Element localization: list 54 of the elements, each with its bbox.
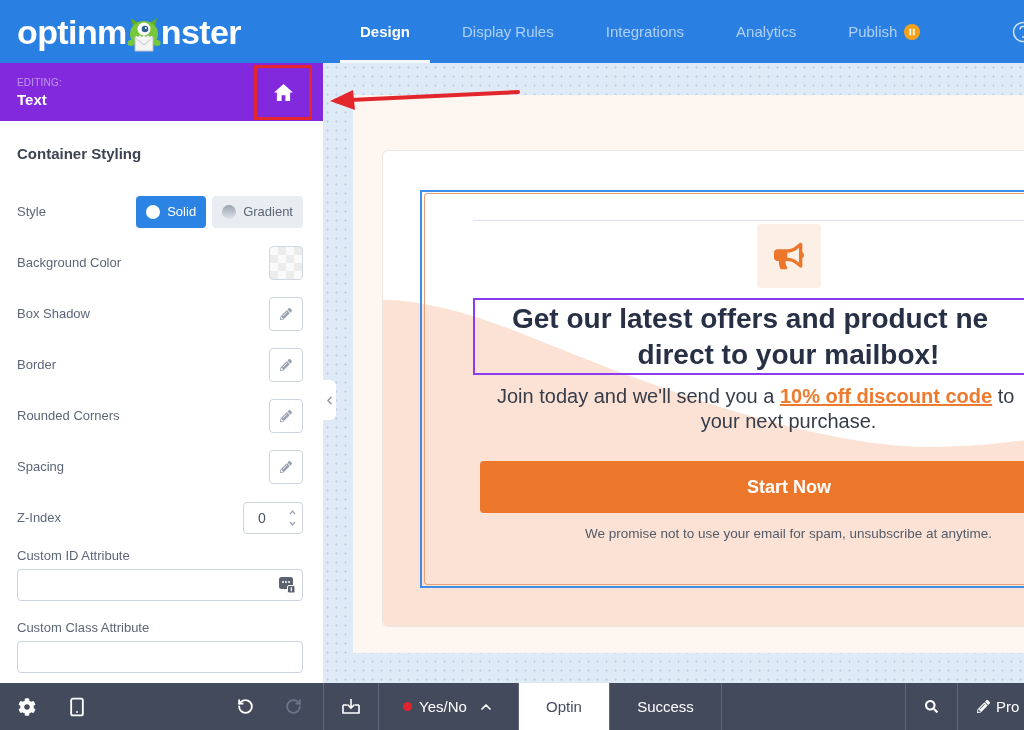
edit-button[interactable]: [269, 296, 303, 331]
phone-icon[interactable]: [67, 696, 87, 717]
disclaimer-text: We promise not to use your email for spam, unsubscribe at anytime.: [583, 527, 994, 541]
field-label: Border: [17, 357, 57, 372]
headline[interactable]: Get our latest offers and product ne direct to your mailbox!: [473, 298, 1024, 375]
start-now-button[interactable]: Start Now: [480, 461, 1024, 513]
edit-button[interactable]: [269, 347, 303, 382]
field-label: Box Shadow: [17, 306, 90, 321]
field-label: Background Color: [17, 255, 122, 270]
view-tab[interactable]: Optin: [518, 683, 609, 730]
pencil-icon: [977, 700, 990, 713]
field-label: Spacing: [17, 459, 64, 474]
pencil-icon: [280, 460, 292, 473]
edit-button[interactable]: [269, 398, 303, 433]
field-label: Rounded Corners: [17, 408, 120, 423]
discount-link[interactable]: 10% off discount code: [779, 385, 993, 407]
help-icon[interactable]: [1011, 20, 1024, 43]
logo-text: optinm: [17, 14, 127, 49]
style-option[interactable]: Gradient: [212, 195, 303, 228]
settings-icon[interactable]: [18, 697, 36, 716]
section-title: Container Styling: [17, 145, 143, 163]
gradient-circle-icon: [222, 204, 237, 219]
nav-tab[interactable]: Integrations: [585, 0, 705, 63]
logo-text: nster: [160, 14, 241, 49]
edit-mode-button[interactable]: Pro: [957, 683, 1024, 730]
view-tab[interactable]: Success: [609, 683, 721, 730]
circle-icon: [146, 204, 161, 219]
color-swatch[interactable]: [269, 245, 303, 280]
home-icon: [273, 83, 293, 101]
spinner-icon: [289, 508, 296, 527]
status-dot-icon: [403, 702, 413, 711]
field-label: Custom ID Attribute: [17, 548, 131, 563]
editing-caption: EDITING:: [17, 76, 62, 88]
editing-title: Text: [17, 90, 48, 108]
edit-button[interactable]: [269, 449, 303, 484]
pencil-icon: [280, 358, 292, 371]
import-icon[interactable]: [342, 698, 360, 715]
subtitle-text: Join today and we'll send you a 10% off discount code to your next purchase.: [496, 384, 1016, 434]
undo-icon[interactable]: [237, 698, 254, 715]
field-label: Z-Index: [17, 510, 62, 525]
number-field[interactable]: 0: [243, 501, 303, 534]
text-field[interactable]: [17, 569, 303, 601]
field-label: Custom Class Attribute: [17, 620, 151, 635]
nav-tab[interactable]: Display Rules: [442, 0, 574, 63]
text-field[interactable]: [17, 641, 303, 673]
field-label: Style: [17, 204, 46, 219]
pencil-icon: [280, 409, 292, 422]
megaphone-icon: [756, 224, 821, 288]
nav-tab[interactable]: Publish: [828, 0, 941, 63]
style-option[interactable]: Solid: [136, 195, 207, 228]
pencil-icon: [280, 307, 292, 320]
nav-tab[interactable]: Analytics: [716, 0, 817, 63]
search-icon[interactable]: [925, 700, 938, 713]
collapse-handle[interactable]: [322, 380, 336, 420]
